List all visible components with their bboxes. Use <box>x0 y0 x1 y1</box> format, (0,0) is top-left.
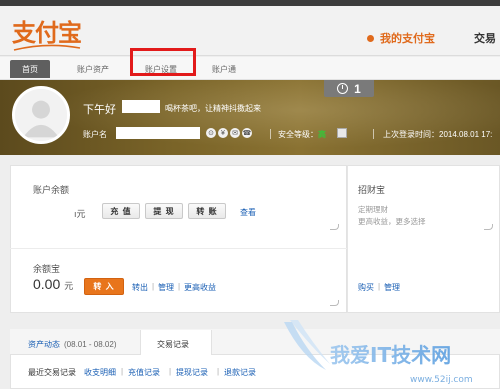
greeting-subtext: 喝杯茶吧，让精神抖擞起来 <box>165 104 261 113</box>
nav-my-alipay-label: 我的支付宝 <box>380 33 435 45</box>
tab-home[interactable]: 首页 <box>10 60 50 78</box>
tab-trade-records-label: 交易记录 <box>157 340 189 349</box>
higher-yield-link[interactable]: 更高收益 <box>184 282 216 293</box>
income-expense-link[interactable]: 收支明细 <box>84 367 116 378</box>
id-verified-icon[interactable]: ⊙ <box>206 128 216 138</box>
zhaocaibao-desc1: 定期理财 <box>358 205 388 214</box>
security-label: 安全等级： <box>278 130 318 139</box>
zhaocaibao-title: 招财宝 <box>358 185 386 195</box>
nav-trade[interactable]: 交易 <box>474 30 496 46</box>
transfer-in-button[interactable]: 转 入 <box>84 278 124 295</box>
refund-records-link[interactable]: 退款记录 <box>224 367 256 378</box>
yuebao-manage-link[interactable]: 管理 <box>158 282 174 293</box>
avatar[interactable] <box>12 86 70 144</box>
alarm-clock-icon <box>337 83 349 94</box>
avatar-placeholder-icon <box>15 89 67 141</box>
sub-navigation: 首页 账户资产 账户设置 账户通 <box>0 57 500 80</box>
greeting-text: 下午好 <box>83 104 116 116</box>
reminder-badge[interactable]: 1 <box>324 80 374 97</box>
account-verification-icons: ⊙ ¥ ✉ ☎ <box>206 128 252 138</box>
nav-active-dot-icon <box>367 34 374 42</box>
recharge-button[interactable]: 充 值 <box>102 203 140 219</box>
yuebao-title: 余额宝 <box>33 264 61 274</box>
withdraw-records-link[interactable]: 提现记录 <box>176 367 208 378</box>
site-header: 支付宝 我的支付宝 交易 <box>0 6 500 56</box>
tab-asset-activity[interactable]: 资产动态 (08.01 - 08.02) <box>28 339 116 350</box>
buy-link[interactable]: 购买 <box>358 282 374 293</box>
tab-account-assets[interactable]: 账户资产 <box>68 60 118 78</box>
reminder-count: 1 <box>354 81 361 96</box>
bank-card-icon[interactable]: ¥ <box>218 128 228 138</box>
transfer-out-link[interactable]: 转出 <box>132 282 148 293</box>
redacted-balance <box>33 203 71 216</box>
account-name-label: 账户名 <box>83 130 107 139</box>
balance-title: 账户余额 <box>33 185 70 195</box>
phone-icon[interactable]: ☎ <box>242 128 252 138</box>
yuebao-amount: 0.00 元 <box>33 276 74 292</box>
tab-account-pass[interactable]: 账户通 <box>204 60 244 78</box>
site-watermark: 我爱IT技术网 www.52ij.com <box>284 320 473 385</box>
security-level: 安全等级：高 <box>278 129 326 140</box>
zhaocaibao-desc2: 更高收益，更多选择 <box>358 217 426 226</box>
security-shield-icon[interactable] <box>337 128 347 138</box>
logo-swoosh-icon <box>13 44 81 51</box>
recharge-records-link[interactable]: 充值记录 <box>128 367 160 378</box>
watermark-text: 我爱IT技术网 <box>330 343 451 367</box>
redacted-account-name <box>116 127 200 139</box>
withdraw-button[interactable]: 提 现 <box>145 203 183 219</box>
alipay-logo[interactable]: 支付宝 <box>12 18 82 51</box>
view-balance-link[interactable]: 查看 <box>240 207 256 218</box>
user-banner <box>0 80 500 155</box>
security-level-value: 高 <box>318 130 326 139</box>
email-icon[interactable]: ✉ <box>230 128 240 138</box>
recent-records-label: 最近交易记录 <box>28 368 76 377</box>
watermark-url: www.52ij.com <box>410 375 473 385</box>
last-login-time: 上次登录时间：2014.08.01 17: <box>383 130 493 139</box>
nav-my-alipay[interactable]: 我的支付宝 <box>367 30 435 46</box>
zhaocaibao-manage-link[interactable]: 管理 <box>384 282 400 293</box>
transfer-button[interactable]: 转 账 <box>188 203 226 219</box>
logo-text: 支付宝 <box>12 18 82 47</box>
redacted-username <box>122 100 160 113</box>
highlight-annotation-box <box>130 48 196 76</box>
balance-unit: ı元 <box>74 209 86 219</box>
